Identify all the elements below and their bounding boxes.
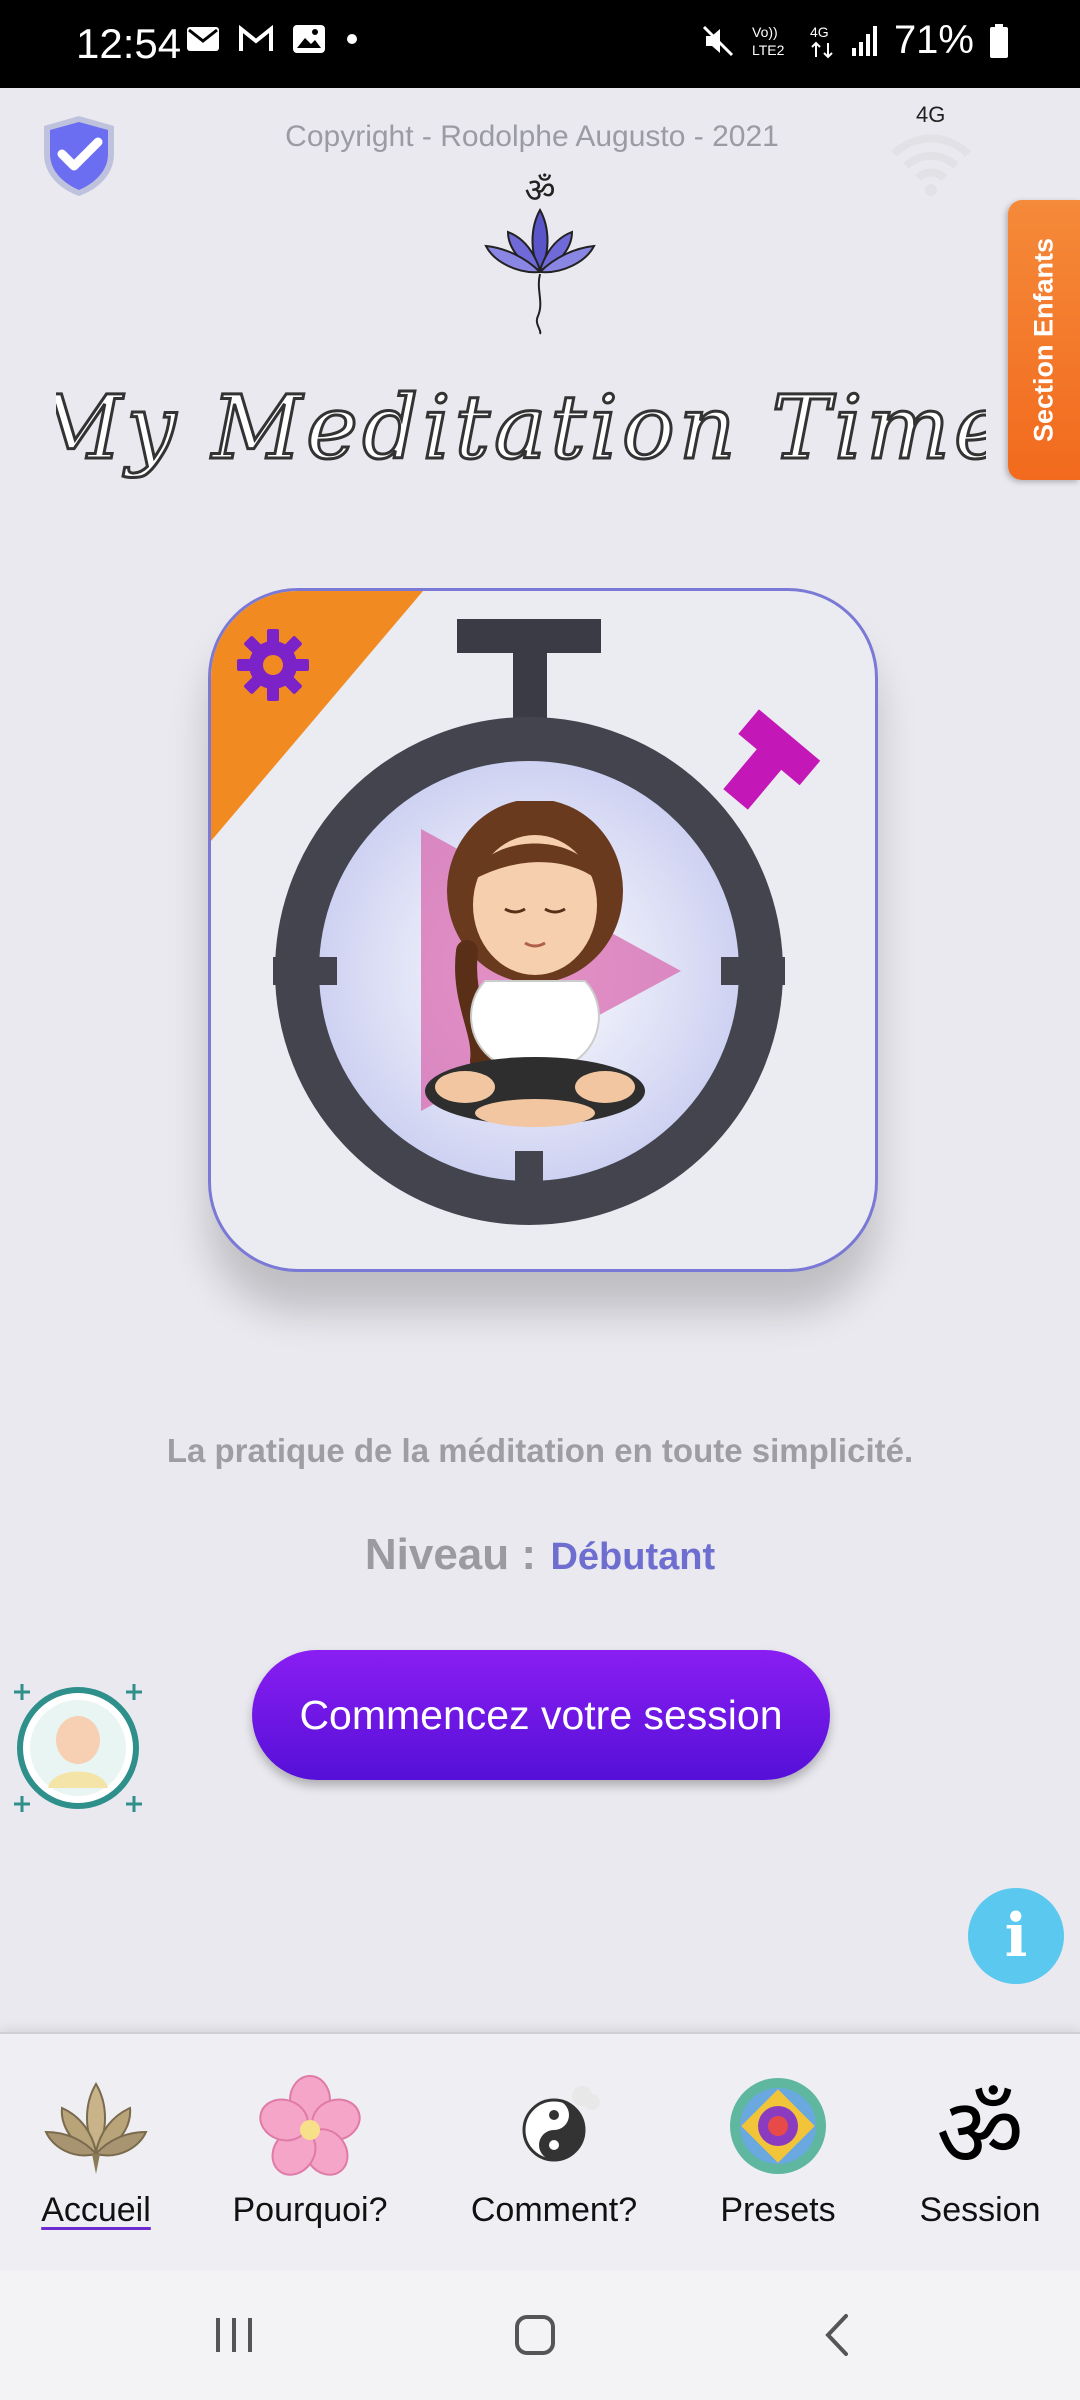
nav-item-session[interactable]: ॐ Session xyxy=(890,2074,1070,2230)
level-label: Niveau : xyxy=(364,1530,537,1579)
meditation-timer-card[interactable] xyxy=(208,588,878,1272)
svg-text:LTE2: LTE2 xyxy=(752,42,785,58)
mail-icon xyxy=(187,27,219,51)
nav-label-presets: Presets xyxy=(720,2191,836,2229)
kids-section-tab[interactable]: Section Enfants xyxy=(1008,200,1080,480)
nav-item-pourquoi[interactable]: Pourquoi? xyxy=(220,2074,400,2230)
notification-icons xyxy=(186,24,360,54)
app-screen: Copyright - Rodolphe Augusto - 2021 4G ॐ… xyxy=(0,88,1080,2032)
mandala-icon xyxy=(730,2078,826,2174)
svg-text:4G: 4G xyxy=(810,24,829,40)
recent-apps-icon[interactable] xyxy=(210,2310,260,2360)
tagline-text: La pratique de la méditation en toute si… xyxy=(166,1432,914,1469)
nav-item-presets[interactable]: Presets xyxy=(688,2074,868,2230)
wifi-network-label: 4G xyxy=(916,102,946,127)
lotus-icon xyxy=(44,2082,148,2174)
mute-icon xyxy=(702,25,733,56)
app-title: My Meditation Time xyxy=(56,375,986,481)
nav-item-comment[interactable]: Comment? xyxy=(464,2074,644,2230)
battery-percent: 71% xyxy=(893,18,974,62)
status-bar: 12:54 Vo)) LTE2 4G 71% xyxy=(0,0,1080,88)
gallery-icon xyxy=(293,25,325,53)
battery-icon xyxy=(990,23,1008,58)
status-time: 12:54 xyxy=(76,20,182,67)
nav-label-pourquoi: Pourquoi? xyxy=(232,2191,388,2229)
dot-icon xyxy=(347,34,357,44)
system-navigation-bar xyxy=(0,2270,1080,2400)
volte-icon: Vo)) LTE2 xyxy=(752,24,785,58)
level-value[interactable]: Débutant xyxy=(550,1536,715,1578)
back-icon[interactable] xyxy=(814,2310,864,2360)
network-4g-icon: 4G xyxy=(810,24,833,58)
yin-yang-icon xyxy=(522,2086,600,2162)
start-session-button[interactable]: Commencez votre session xyxy=(252,1650,830,1780)
svg-text:Vo)): Vo)) xyxy=(752,24,778,40)
svg-text:ॐ: ॐ xyxy=(524,171,555,211)
svg-text:ॐ: ॐ xyxy=(936,2077,1024,2178)
bottom-navigation: Accueil Pourquoi? Comment? Presets ॐ Ses… xyxy=(0,2032,1080,2272)
nav-label-accueil: Accueil xyxy=(41,2191,151,2229)
info-icon[interactable]: i xyxy=(968,1888,1064,1984)
flower-icon xyxy=(259,2075,361,2176)
nav-label-comment: Comment? xyxy=(470,2191,638,2229)
level-row: Niveau : Débutant xyxy=(0,1530,1080,1580)
om-lotus-logo: ॐ xyxy=(484,171,596,335)
home-icon[interactable] xyxy=(510,2310,560,2360)
svg-text:My Meditation Time: My Meditation Time xyxy=(56,376,986,479)
avatar-icon[interactable] xyxy=(8,1678,148,1818)
gmail-icon xyxy=(239,25,273,51)
meditating-girl-image xyxy=(425,801,645,1127)
settings-gear-icon[interactable] xyxy=(233,625,313,705)
signal-icon xyxy=(851,25,877,56)
nav-item-accueil[interactable]: Accueil xyxy=(6,2074,186,2230)
nav-label-session: Session xyxy=(919,2191,1041,2229)
om-icon: ॐ xyxy=(936,2077,1024,2189)
